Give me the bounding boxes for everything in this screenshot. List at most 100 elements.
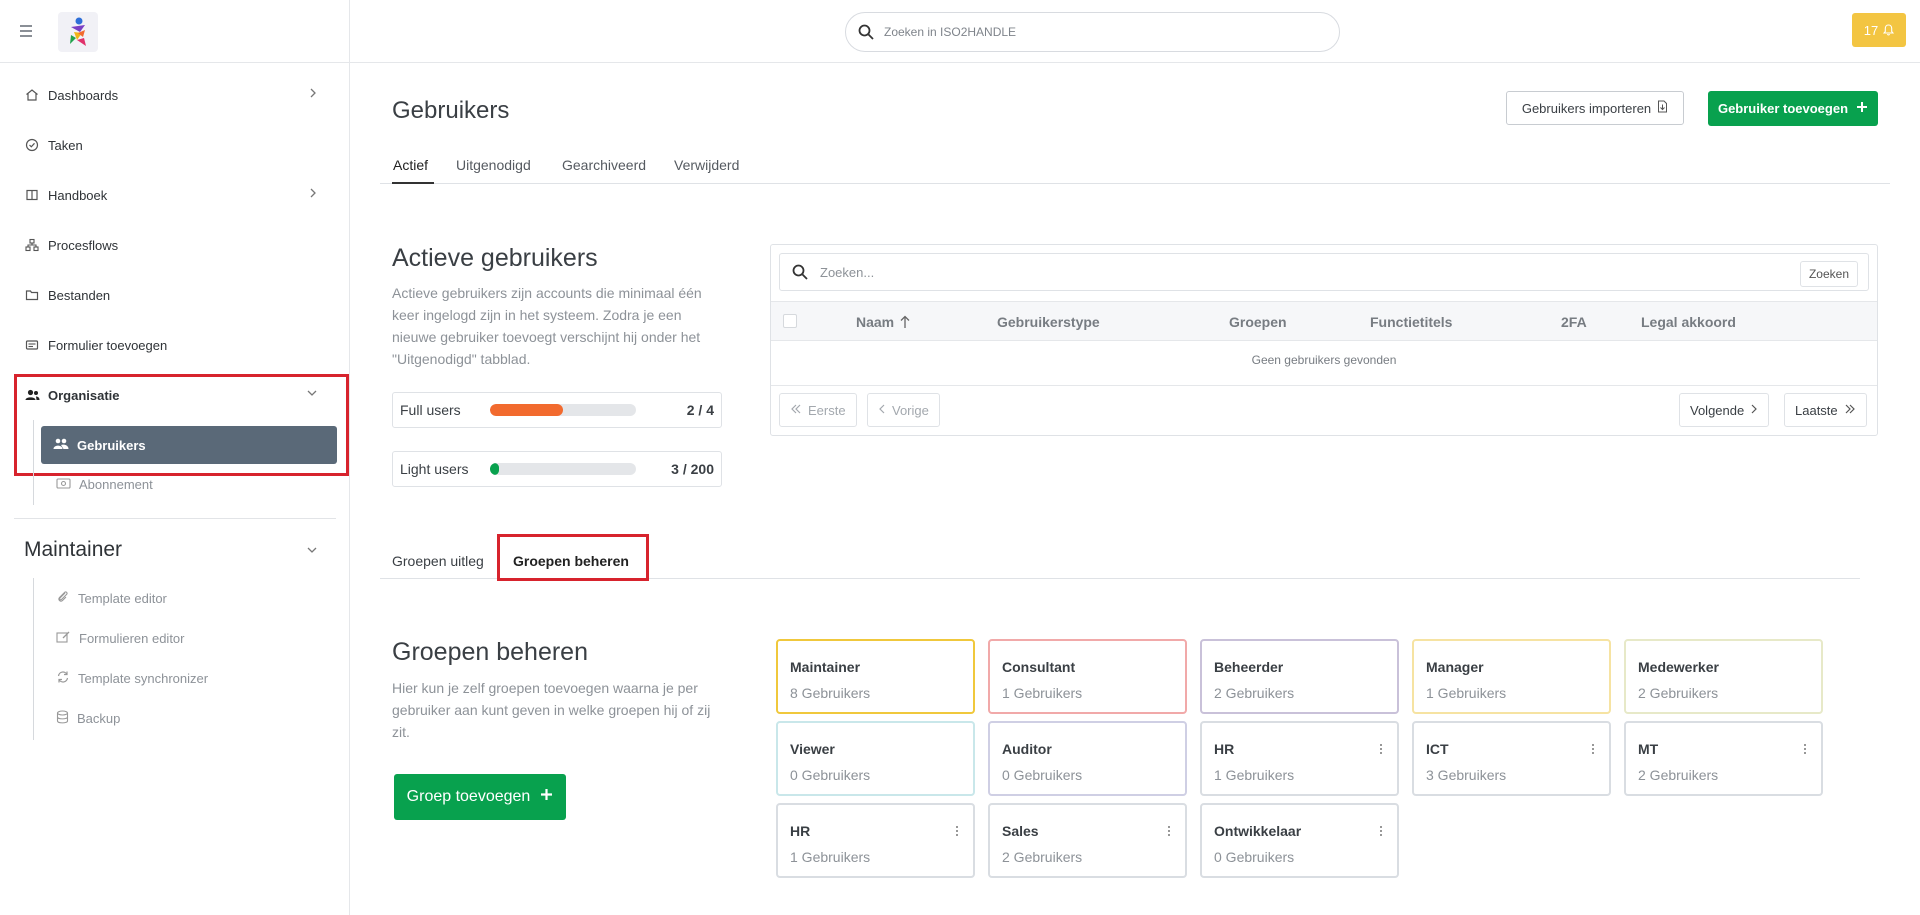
sidebar-divider bbox=[349, 0, 350, 915]
column-2fa[interactable]: 2FA bbox=[1561, 314, 1587, 330]
sidebar-item-template-synchronizer[interactable]: Template synchronizer bbox=[56, 669, 208, 687]
more-vertical-icon[interactable] bbox=[1165, 822, 1173, 840]
paperclip-icon bbox=[56, 590, 70, 607]
add-group-button[interactable]: Groep toevoegen bbox=[394, 774, 566, 820]
column-gebruikerstype[interactable]: Gebruikerstype bbox=[997, 314, 1100, 330]
sidebar-item-label: Handboek bbox=[48, 187, 108, 203]
sidebar-item-abonnement[interactable]: Abonnement bbox=[56, 475, 153, 493]
global-search[interactable] bbox=[845, 12, 1340, 52]
plus-icon bbox=[540, 788, 553, 806]
import-users-label: Gebruikers importeren bbox=[1521, 100, 1652, 116]
group-name: Maintainer bbox=[790, 659, 861, 675]
group-user-count: 3 Gebruikers bbox=[1426, 767, 1507, 783]
group-user-count: 0 Gebruikers bbox=[1214, 849, 1295, 865]
chevron-left-icon bbox=[878, 403, 886, 418]
sidebar-item-formulieren-editor[interactable]: Formulieren editor bbox=[56, 629, 185, 647]
usage-label: Light users bbox=[400, 461, 469, 477]
group-card[interactable]: Ontwikkelaar 0 Gebruikers bbox=[1200, 803, 1399, 878]
chevron-right-icon bbox=[308, 87, 318, 102]
sidebar-item-label: Bestanden bbox=[48, 287, 111, 303]
group-card[interactable]: Sales 2 Gebruikers bbox=[988, 803, 1187, 878]
more-vertical-icon[interactable] bbox=[1589, 740, 1597, 758]
table-header: Naam Gebruikerstype Groepen Functietitel… bbox=[771, 301, 1877, 341]
group-card[interactable]: Viewer 0 Gebruikers bbox=[776, 721, 975, 796]
sidebar-section-maintainer[interactable]: Maintainer bbox=[24, 538, 122, 562]
group-name: MT bbox=[1638, 741, 1659, 757]
page-title: Gebruikers bbox=[392, 97, 510, 124]
notifications-button[interactable]: 17 bbox=[1852, 13, 1906, 47]
sidebar-item-label: Formulieren editor bbox=[79, 630, 185, 646]
chevron-down-icon[interactable] bbox=[306, 543, 318, 561]
global-search-input[interactable] bbox=[884, 25, 1284, 39]
file-import-icon bbox=[1657, 100, 1668, 116]
usage-label: Full users bbox=[400, 402, 461, 418]
group-card[interactable]: Manager 1 Gebruikers bbox=[1412, 639, 1611, 714]
sidebar-item-handboek[interactable]: Handboek bbox=[24, 185, 324, 205]
last-page-button[interactable]: Laatste bbox=[1784, 393, 1867, 427]
table-search-button[interactable]: Zoeken bbox=[1799, 261, 1858, 287]
book-icon bbox=[24, 187, 40, 203]
users-icon bbox=[53, 438, 69, 453]
more-vertical-icon[interactable] bbox=[1377, 822, 1385, 840]
more-vertical-icon[interactable] bbox=[953, 822, 961, 840]
logo[interactable] bbox=[58, 12, 98, 52]
tab-verwijderd[interactable]: Verwijderd bbox=[674, 157, 739, 184]
group-user-count: 0 Gebruikers bbox=[1002, 767, 1083, 783]
double-chevron-left-icon bbox=[790, 403, 802, 418]
next-page-button[interactable]: Volgende bbox=[1679, 393, 1770, 427]
more-vertical-icon[interactable] bbox=[1377, 740, 1385, 758]
top-bar: 17 bbox=[0, 0, 1920, 63]
previous-page-button[interactable]: Vorige bbox=[867, 393, 940, 427]
chevron-down-icon bbox=[306, 387, 318, 402]
home-icon bbox=[24, 87, 40, 103]
column-groepen[interactable]: Groepen bbox=[1229, 314, 1287, 330]
sidebar-item-gebruikers[interactable]: Gebruikers bbox=[41, 426, 337, 464]
tab-uitgenodigd[interactable]: Uitgenodigd bbox=[456, 157, 531, 184]
group-card[interactable]: Medewerker 2 Gebruikers bbox=[1624, 639, 1823, 714]
group-card[interactable]: Maintainer 8 Gebruikers bbox=[776, 639, 975, 714]
sidebar-item-organisatie[interactable]: Organisatie bbox=[24, 385, 324, 405]
group-name: Consultant bbox=[1002, 659, 1076, 675]
column-legal-akkoord[interactable]: Legal akkoord bbox=[1641, 314, 1736, 330]
column-naam[interactable]: Naam bbox=[856, 314, 910, 330]
column-functietitels[interactable]: Functietitels bbox=[1370, 314, 1452, 330]
group-name: Medewerker bbox=[1638, 659, 1719, 675]
group-card[interactable]: HR 1 Gebruikers bbox=[776, 803, 975, 878]
tab-actief[interactable]: Actief bbox=[392, 157, 434, 184]
add-group-label: Groep toevoegen bbox=[406, 788, 531, 805]
usage-count: 2 / 4 bbox=[686, 402, 714, 418]
table-search-input[interactable] bbox=[820, 264, 1780, 280]
sidebar-item-template-editor[interactable]: Template editor bbox=[56, 589, 167, 607]
table-search[interactable]: Zoeken bbox=[779, 253, 1869, 291]
group-card[interactable]: Consultant 1 Gebruikers bbox=[988, 639, 1187, 714]
group-card[interactable]: MT 2 Gebruikers bbox=[1624, 721, 1823, 796]
sidebar-item-formulier-toevoegen[interactable]: Formulier toevoegen bbox=[24, 335, 324, 355]
sidebar-item-taken[interactable]: Taken bbox=[24, 135, 324, 155]
group-name: Auditor bbox=[1002, 741, 1052, 757]
users-table: Zoeken Naam Gebruikerstype Groepen Funct… bbox=[770, 244, 1878, 436]
first-page-button[interactable]: Eerste bbox=[779, 393, 857, 427]
more-vertical-icon[interactable] bbox=[1801, 740, 1809, 758]
groups-section-title: Groepen beheren bbox=[392, 638, 588, 666]
tab-groepen-uitleg[interactable]: Groepen uitleg bbox=[392, 553, 484, 569]
column-label: Naam bbox=[856, 314, 895, 330]
group-card[interactable]: ICT 3 Gebruikers bbox=[1412, 721, 1611, 796]
group-card[interactable]: Auditor 0 Gebruikers bbox=[988, 721, 1187, 796]
sidebar-item-label: Gebruikers bbox=[77, 437, 146, 453]
group-user-count: 1 Gebruikers bbox=[1002, 685, 1083, 701]
menu-icon[interactable] bbox=[20, 22, 36, 40]
group-card[interactable]: Beheerder 2 Gebruikers bbox=[1200, 639, 1399, 714]
usage-count: 3 / 200 bbox=[671, 461, 714, 477]
group-card[interactable]: HR 1 Gebruikers bbox=[1200, 721, 1399, 796]
add-user-button[interactable]: Gebruiker toevoegen bbox=[1708, 91, 1878, 126]
sidebar-item-bestanden[interactable]: Bestanden bbox=[24, 285, 324, 305]
sidebar-item-dashboards[interactable]: Dashboards bbox=[24, 85, 324, 105]
sidebar-item-label: Organisatie bbox=[48, 387, 120, 403]
sidebar-item-label: Formulier toevoegen bbox=[48, 337, 168, 353]
tab-gearchiveerd[interactable]: Gearchiveerd bbox=[562, 157, 646, 184]
import-users-button[interactable]: Gebruikers importeren bbox=[1506, 91, 1684, 125]
select-all-checkbox[interactable] bbox=[783, 314, 797, 328]
sidebar-item-procesflows[interactable]: Procesflows bbox=[24, 235, 324, 255]
sidebar-item-backup[interactable]: Backup bbox=[56, 709, 120, 727]
submenu-line bbox=[33, 420, 34, 505]
